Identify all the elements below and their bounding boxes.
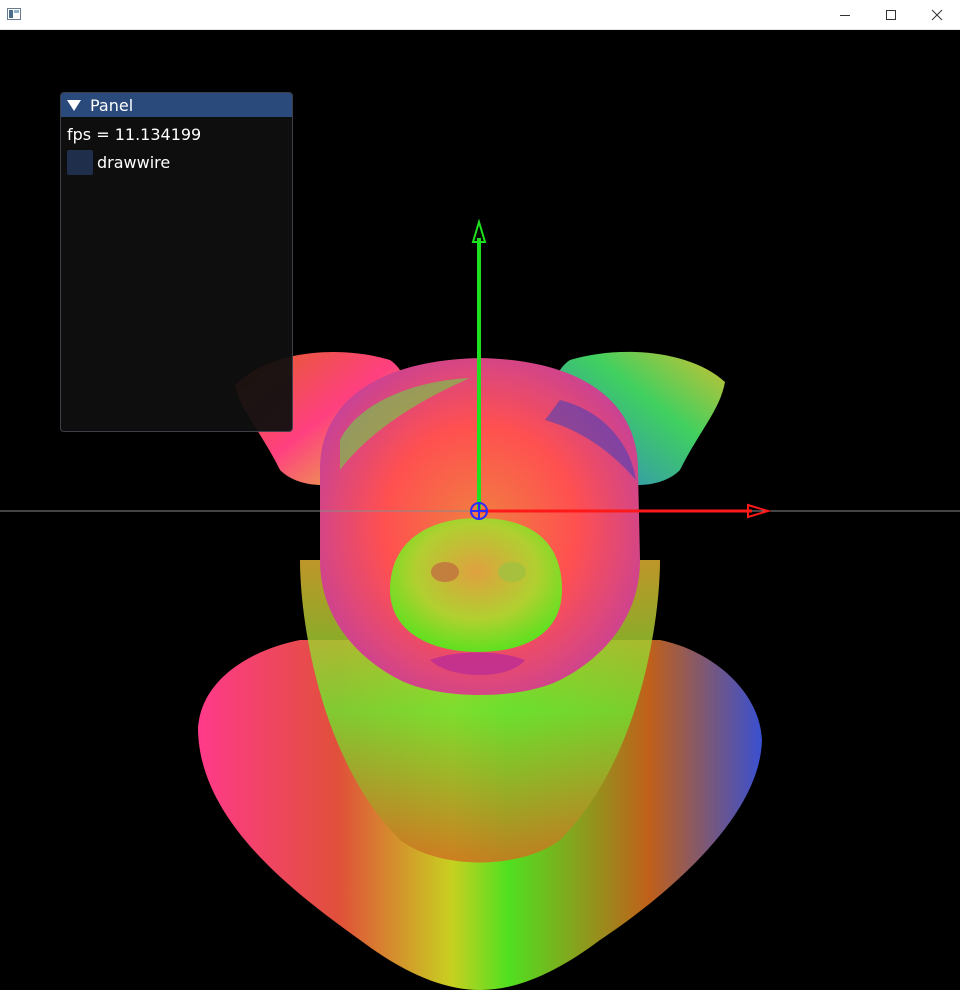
collapse-arrow-icon[interactable] (67, 99, 81, 111)
drawwire-label: drawwire (97, 153, 171, 172)
debug-panel[interactable]: Panel fps = 11.134199 drawwire (60, 92, 293, 432)
maximize-icon (886, 10, 896, 20)
panel-body: fps = 11.134199 drawwire (61, 117, 292, 182)
panel-titlebar[interactable]: Panel (61, 93, 292, 117)
fps-readout: fps = 11.134199 (67, 125, 202, 144)
window-titlebar (0, 0, 960, 30)
panel-title: Panel (90, 95, 134, 115)
drawwire-checkbox[interactable] (67, 150, 93, 175)
minimize-icon (840, 15, 850, 16)
maximize-button[interactable] (868, 0, 914, 30)
minimize-button[interactable] (822, 0, 868, 30)
app-icon (7, 8, 21, 20)
close-button[interactable] (914, 0, 960, 30)
close-icon (931, 9, 943, 21)
drawwire-row[interactable]: drawwire (67, 150, 286, 175)
